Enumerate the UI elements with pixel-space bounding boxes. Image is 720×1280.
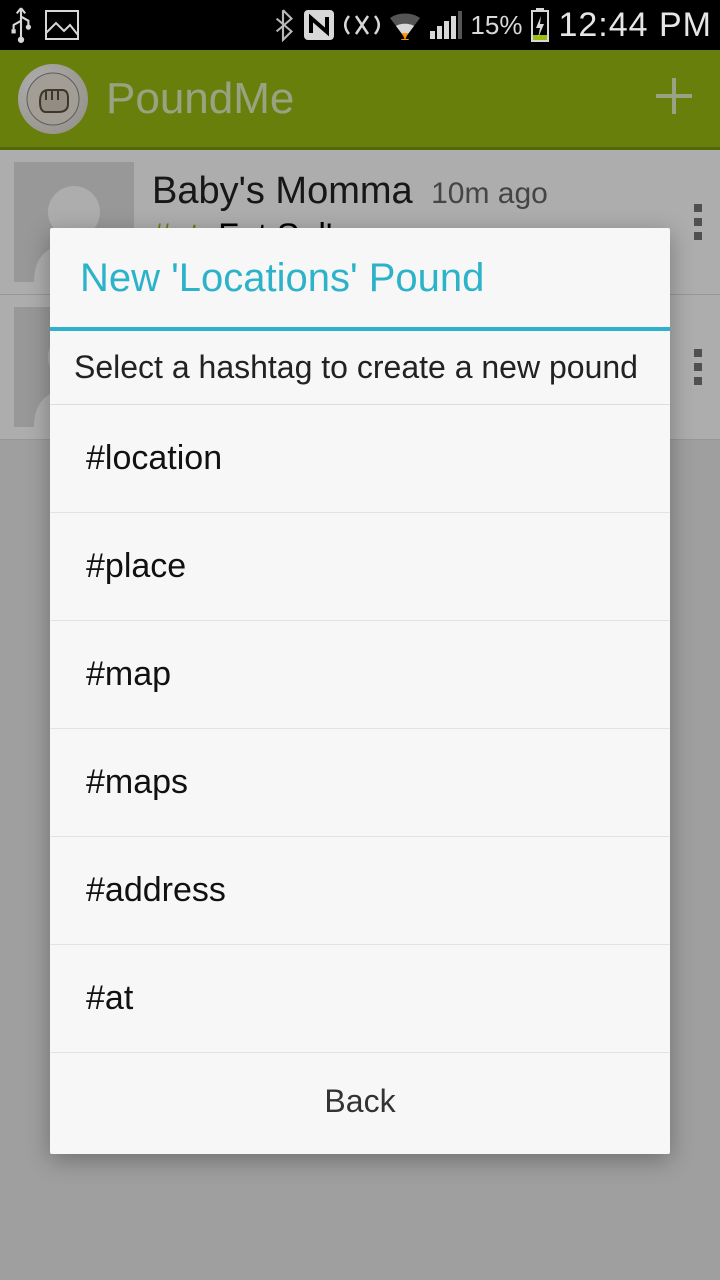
usb-icon: [8, 6, 34, 44]
dialog-prompt: Select a hashtag to create a new pound: [50, 331, 670, 405]
hashtag-option-at[interactable]: #at: [50, 945, 670, 1053]
new-pound-dialog: New 'Locations' Pound Select a hashtag t…: [50, 228, 670, 1154]
hashtag-option-location[interactable]: #location: [50, 405, 670, 513]
hashtag-option-maps[interactable]: #maps: [50, 729, 670, 837]
clock-text: 12:44 PM: [558, 6, 712, 45]
signal-icon: [430, 11, 462, 39]
battery-icon: [530, 8, 550, 42]
bluetooth-icon: [272, 8, 294, 42]
hashtag-option-place[interactable]: #place: [50, 513, 670, 621]
vibrate-icon: [344, 10, 380, 40]
battery-text: 15%: [470, 10, 522, 41]
nfc-icon: [302, 8, 336, 42]
hashtag-option-address[interactable]: #address: [50, 837, 670, 945]
wifi-icon: [388, 10, 422, 40]
image-icon: [44, 9, 80, 41]
hashtag-list: #location #place #map #maps #address #at: [50, 405, 670, 1053]
back-button[interactable]: Back: [50, 1053, 670, 1154]
hashtag-option-map[interactable]: #map: [50, 621, 670, 729]
status-bar: 15% 12:44 PM: [0, 0, 720, 50]
dialog-title: New 'Locations' Pound: [50, 228, 670, 327]
